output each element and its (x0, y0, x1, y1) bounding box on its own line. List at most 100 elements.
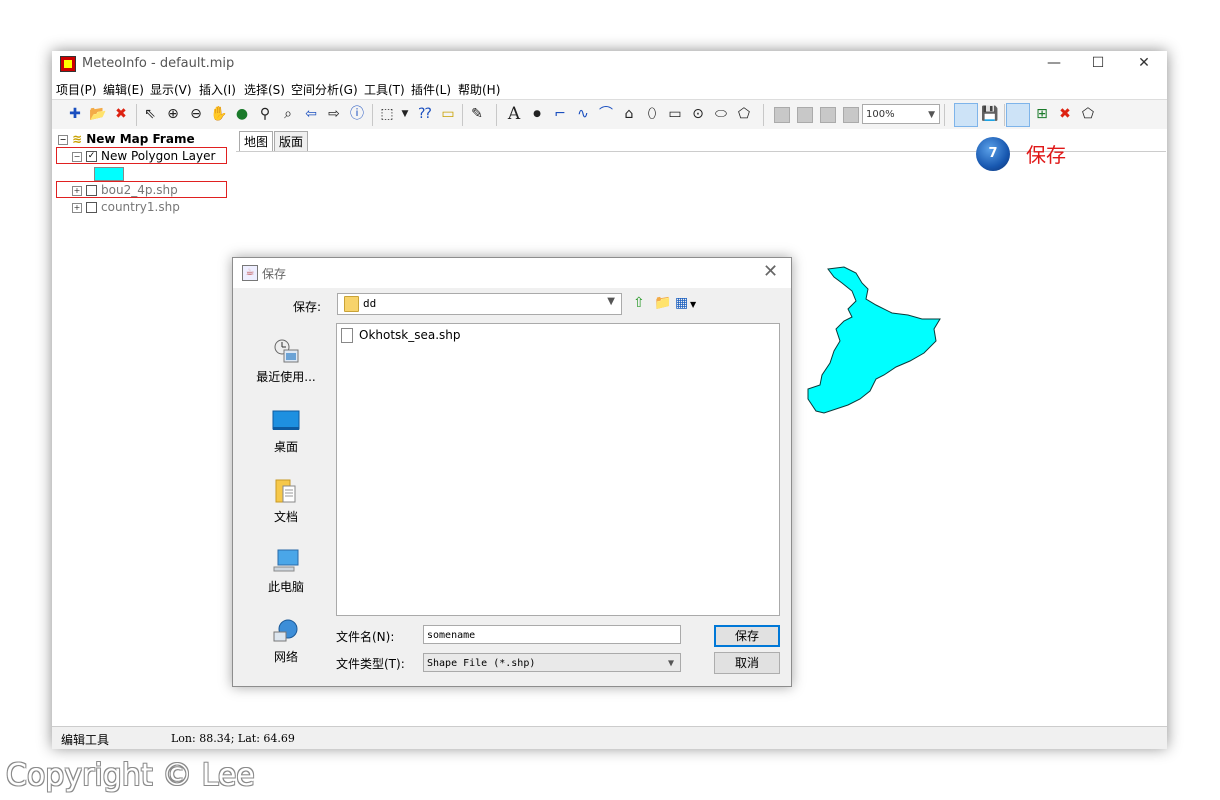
maximize-button[interactable]: ☐ (1076, 53, 1120, 75)
save-button[interactable]: 保存 (714, 625, 780, 647)
polygon-tool-icon[interactable]: ⌂ (620, 105, 638, 123)
lookin-select[interactable]: dd ▼ (337, 293, 622, 315)
menu-edit[interactable]: 编辑(E) (103, 81, 144, 98)
place-this-pc[interactable]: 此电脑 (241, 548, 331, 595)
place-desktop[interactable]: 桌面 (241, 408, 331, 455)
ellipse-tool-icon[interactable]: ⬭ (712, 105, 730, 123)
circle-tool-icon[interactable]: ⊙ (689, 105, 707, 123)
tab-map[interactable]: 地图 (239, 131, 274, 152)
freehand-tool-icon[interactable]: ∿ (574, 105, 592, 123)
step-label: 保存 (1026, 143, 1066, 167)
pan-hand-icon[interactable]: ✋ (210, 105, 228, 123)
back-arrow-icon[interactable]: ⇦ (302, 105, 320, 123)
help-query-icon[interactable]: ⁇ (416, 105, 434, 123)
remove-layer-icon[interactable]: ✖ (112, 105, 130, 123)
info-icon[interactable]: ⓘ (348, 105, 366, 123)
network-globe-icon (273, 619, 298, 642)
point-tool-icon[interactable]: ● (528, 105, 546, 123)
layer-checkbox[interactable] (86, 202, 97, 213)
dialog-close-icon[interactable]: ✕ (763, 261, 778, 282)
save-disk-icon[interactable]: 💾 (981, 105, 999, 123)
menu-bar: 项目(P) 编辑(E) 显示(V) 插入(I) 选择(S) 空间分析(G) 工具… (52, 77, 1167, 99)
filename-label: 文件名(N): (336, 630, 395, 644)
chevron-down-icon: ▼ (928, 110, 935, 120)
zoom-value: 100% (866, 109, 895, 120)
file-item[interactable]: Okhotsk_sea.shp (341, 328, 461, 343)
chevron-down-icon[interactable]: ▼ (690, 300, 696, 309)
place-network[interactable]: 网络 (241, 618, 331, 665)
expand-icon[interactable]: + (72, 202, 82, 213)
vertex-edit-icon[interactable]: ⬠ (735, 105, 753, 123)
layer-legend-panel: − ≋ New Map Frame − ✓ New Polygon Layer + bo… (52, 129, 237, 726)
collapse-icon[interactable]: − (58, 134, 68, 145)
highlight-box (56, 181, 227, 198)
lookin-value: dd (363, 297, 377, 310)
dialog-title: 保存 (262, 267, 287, 281)
rectangle-tool-icon[interactable]: ▭ (666, 105, 684, 123)
place-label: 文档 (273, 510, 298, 524)
close-button[interactable]: ✕ (1122, 53, 1166, 75)
disabled-tool-1-icon (774, 107, 790, 123)
text-tool-icon[interactable]: A (505, 105, 523, 123)
map-frame-node[interactable]: − ≋ New Map Frame (58, 132, 195, 146)
place-recent[interactable]: 最近使用... (241, 338, 331, 385)
disabled-tool-2-icon (797, 107, 813, 123)
zoom-box-icon[interactable]: ⌕ (279, 105, 297, 123)
forward-arrow-icon[interactable]: ⇨ (325, 105, 343, 123)
magnifier-icon[interactable]: ⚲ (256, 105, 274, 123)
copyright-watermark: Copyright © Lee (6, 758, 255, 793)
zoom-in-icon[interactable]: ⊕ (164, 105, 182, 123)
tab-layout[interactable]: 版面 (274, 131, 309, 152)
up-folder-icon[interactable]: ⇧ (633, 295, 645, 311)
status-bar: 编辑工具 Lon: 88.34; Lat: 64.69 (52, 726, 1167, 749)
disabled-tool-4-icon (843, 107, 859, 123)
filename-input[interactable]: somename (423, 625, 681, 644)
minimize-button[interactable]: — (1032, 53, 1076, 75)
filetype-select[interactable]: Shape File (*.shp) ▼ (423, 653, 681, 672)
open-folder-icon[interactable]: 📂 (89, 105, 107, 123)
cancel-button[interactable]: 取消 (714, 652, 780, 674)
zoom-out-icon[interactable]: ⊖ (187, 105, 205, 123)
file-icon (341, 328, 353, 343)
edit-doc-icon[interactable]: ✎ (468, 105, 486, 123)
status-tool: 编辑工具 (61, 733, 110, 747)
edit-vertices-icon[interactable]: ⬠ (1079, 105, 1097, 123)
place-documents[interactable]: 文档 (241, 478, 331, 525)
menu-view[interactable]: 显示(V) (150, 81, 192, 98)
menu-tools[interactable]: 工具(T) (364, 81, 405, 98)
menu-plugins[interactable]: 插件(L) (411, 81, 451, 98)
layer-node-country1[interactable]: + country1.shp (72, 200, 180, 214)
folder-icon (344, 296, 359, 312)
place-label: 桌面 (273, 440, 298, 454)
chevron-down-icon: ▼ (667, 658, 674, 669)
chevron-down-icon[interactable]: ▼ (396, 105, 414, 123)
polyline-tool-icon[interactable]: ⌐ (551, 105, 569, 123)
add-layer-icon[interactable]: ✚ (66, 105, 84, 123)
menu-project[interactable]: 项目(P) (56, 81, 97, 98)
label-tool-icon[interactable]: ▭ (439, 105, 457, 123)
polygon-symbol-swatch[interactable] (94, 167, 124, 181)
curve-tool-icon[interactable]: ⌒ (597, 105, 615, 123)
window-title: MeteoInfo - default.mip (82, 56, 235, 71)
menu-help[interactable]: 帮助(H) (458, 81, 500, 98)
place-label: 此电脑 (267, 580, 304, 594)
add-feature-icon[interactable]: ⊞ (1033, 105, 1051, 123)
app-icon (60, 56, 76, 72)
curve-polygon-icon[interactable]: ⬯ (643, 105, 661, 123)
places-bar: 最近使用... 桌面 文档 此电脑 网络 (241, 324, 331, 678)
dialog-title-bar: ☕ 保存 ✕ (233, 258, 791, 288)
lookin-label: 保存: (293, 300, 322, 314)
menu-select[interactable]: 选择(S) (244, 81, 285, 98)
file-list[interactable]: Okhotsk_sea.shp (336, 323, 780, 616)
full-extent-globe-icon[interactable]: ● (233, 105, 251, 123)
new-folder-icon[interactable]: 📁 (654, 295, 671, 311)
polygon-feature[interactable] (800, 263, 950, 418)
select-arrow-icon[interactable]: ⇖ (141, 105, 159, 123)
menu-insert[interactable]: 插入(I) (199, 81, 236, 98)
view-menu-icon[interactable]: ▦ (675, 295, 688, 311)
select-rect-icon[interactable]: ⬚ (378, 105, 396, 123)
zoom-select[interactable]: 100% ▼ (862, 104, 940, 124)
delete-feature-icon[interactable]: ✖ (1056, 105, 1074, 123)
menu-spatial-analysis[interactable]: 空间分析(G) (291, 81, 358, 98)
step-badge: 7 (976, 137, 1010, 171)
